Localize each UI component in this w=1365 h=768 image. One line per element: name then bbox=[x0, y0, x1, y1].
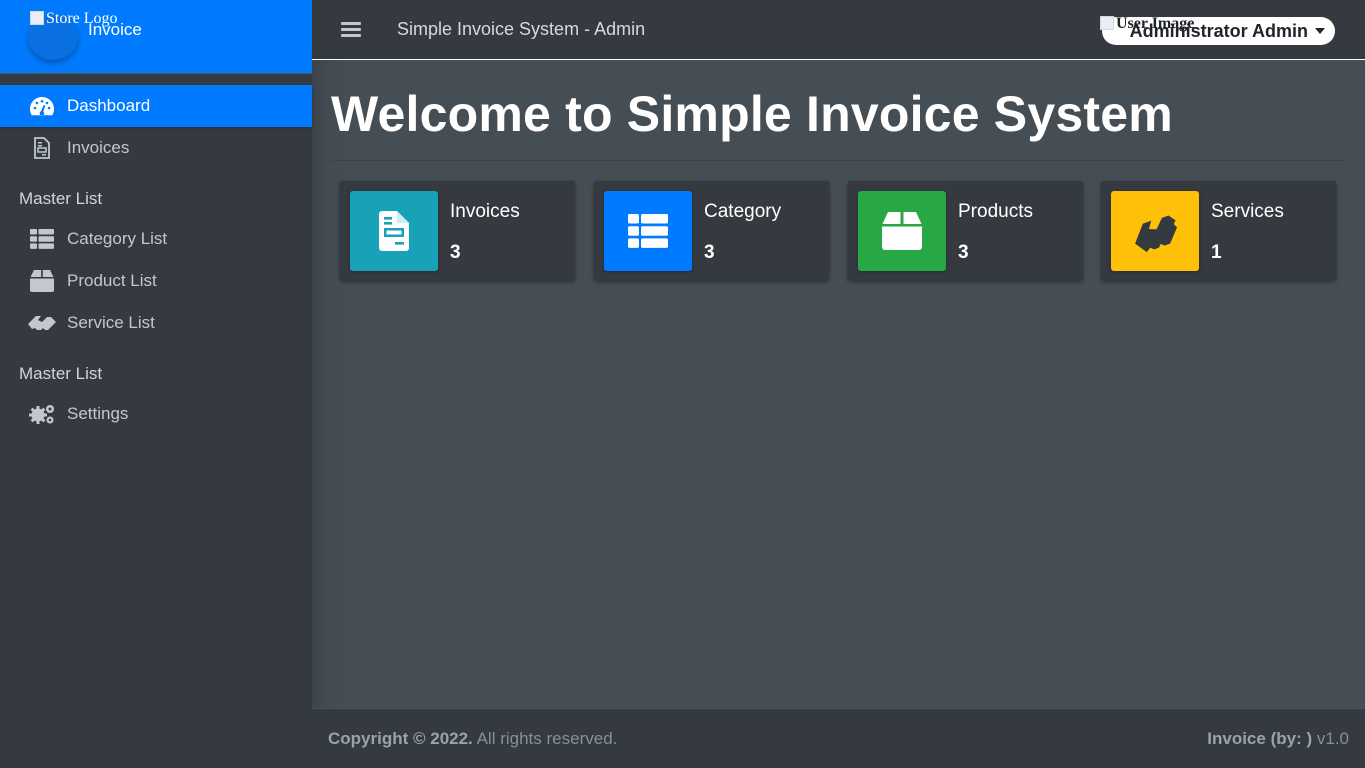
user-image-alt-label: User Image bbox=[1116, 15, 1195, 32]
box-icon bbox=[882, 212, 922, 250]
file-invoice-icon bbox=[28, 137, 56, 159]
footer-copyright: Copyright © 2022. All rights reserved. bbox=[328, 729, 617, 749]
cogs-icon bbox=[28, 403, 56, 425]
info-box-icon-bg bbox=[1111, 191, 1199, 271]
info-box-count: 3 bbox=[450, 242, 461, 263]
sidebar-item-settings[interactable]: Settings bbox=[0, 393, 312, 435]
info-box-label: Invoices bbox=[450, 201, 520, 222]
sidebar-header-master-list-2: Master List bbox=[19, 363, 103, 383]
broken-image-icon bbox=[30, 11, 44, 25]
info-box-services[interactable]: Services 1 bbox=[1101, 181, 1336, 280]
sidebar-item-service-list[interactable]: Service List bbox=[0, 302, 312, 344]
th-list-icon bbox=[28, 228, 56, 250]
info-box-icon-bg bbox=[604, 191, 692, 271]
sidebar-header-master-list: Master List bbox=[19, 188, 103, 208]
tachometer-icon bbox=[28, 95, 56, 117]
info-box-invoices[interactable]: Invoices 3 bbox=[340, 181, 575, 280]
info-box-category[interactable]: Category 3 bbox=[594, 181, 829, 280]
file-invoice-icon bbox=[379, 211, 409, 251]
sidebar-item-label: Product List bbox=[67, 271, 157, 290]
sidebar-item-category-list[interactable]: Category List bbox=[0, 218, 312, 260]
footer: Copyright © 2022. All rights reserved. I… bbox=[312, 708, 1365, 768]
sidebar: Store Logo Invoice Dashboard Invoices Ma… bbox=[0, 0, 312, 768]
handshake-icon bbox=[28, 312, 56, 334]
sidebar-item-label: Settings bbox=[67, 404, 129, 423]
user-image-alt-text: User Image bbox=[1100, 15, 1194, 33]
info-box-icon-bg bbox=[350, 191, 438, 271]
info-box-icon-bg bbox=[858, 191, 946, 271]
app-credit: Invoice (by: ) bbox=[1207, 728, 1313, 748]
sidebar-item-dashboard[interactable]: Dashboard bbox=[0, 85, 312, 127]
sidebar-item-label: Dashboard bbox=[67, 96, 151, 115]
footer-version: Invoice (by: ) v1.0 bbox=[1207, 729, 1349, 749]
brand-link[interactable]: Store Logo Invoice bbox=[0, 0, 312, 74]
sidebar-item-label: Category List bbox=[67, 229, 168, 248]
info-box-products[interactable]: Products 3 bbox=[848, 181, 1083, 280]
sidebar-item-label: Invoices bbox=[67, 138, 130, 157]
th-list-icon bbox=[628, 214, 668, 248]
sidebar-item-product-list[interactable]: Product List bbox=[0, 260, 312, 302]
box-icon bbox=[28, 270, 56, 292]
broken-image-icon bbox=[1100, 16, 1114, 30]
handshake-icon bbox=[1135, 215, 1178, 252]
info-box-label: Products bbox=[958, 201, 1033, 222]
brand-name: Invoice bbox=[88, 20, 142, 39]
hamburger-menu-icon[interactable] bbox=[341, 19, 361, 40]
sidebar-item-label: Service List bbox=[67, 313, 155, 332]
page-title: Welcome to Simple Invoice System bbox=[331, 86, 1173, 142]
info-box-label: Services bbox=[1211, 201, 1284, 222]
info-box-count: 1 bbox=[1211, 242, 1222, 263]
info-box-count: 3 bbox=[958, 242, 969, 263]
sidebar-item-invoices[interactable]: Invoices bbox=[0, 127, 312, 169]
info-box-label: Category bbox=[704, 201, 782, 222]
copyright-bold: Copyright © 2022. bbox=[328, 728, 473, 748]
topbar-title: Simple Invoice System - Admin bbox=[397, 19, 646, 39]
sidebar-nav: Dashboard Invoices Master List Category … bbox=[0, 74, 312, 435]
main-content: Welcome to Simple Invoice System Invoice… bbox=[312, 60, 1365, 708]
caret-down-icon bbox=[1315, 28, 1325, 34]
info-box-count: 3 bbox=[704, 242, 715, 263]
copyright-text: All rights reserved. bbox=[476, 728, 618, 748]
divider bbox=[331, 160, 1344, 161]
version-text: v1.0 bbox=[1316, 728, 1349, 748]
